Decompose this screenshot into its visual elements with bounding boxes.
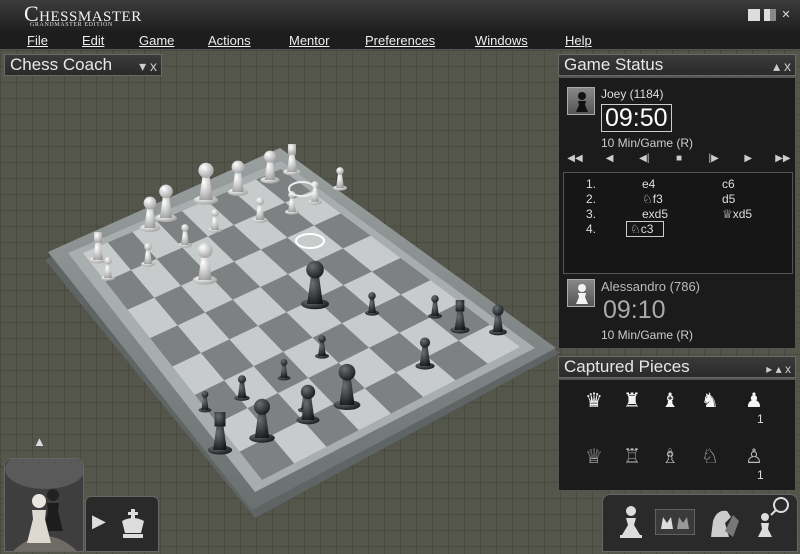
portrait-pieces-icon bbox=[5, 459, 83, 551]
move-row[interactable]: 2. ♘f3 d5 bbox=[564, 192, 794, 207]
black-queen-icon: ♕ bbox=[585, 444, 603, 468]
top-player-time-control: 10 Min/Game (R) bbox=[601, 136, 694, 150]
move-list[interactable]: 1. e4 c6 2. ♘f3 d5 3. exd5 ♕xd5 4. ♘c3 bbox=[563, 172, 793, 274]
black-pawn-icon: ♙ bbox=[745, 444, 763, 468]
game-status-title: Game Status bbox=[564, 55, 664, 74]
title-bar: Chessmaster GRANDMASTER EDITION ✕ bbox=[0, 0, 800, 32]
menu-game[interactable]: Game bbox=[139, 33, 174, 48]
bottom-player-name: Alessandro (786) bbox=[601, 279, 700, 294]
next-move-icon[interactable]: ▶ bbox=[739, 153, 757, 164]
menu-edit[interactable]: Edit bbox=[82, 33, 104, 48]
last-move-icon[interactable]: ▶▶ bbox=[774, 153, 792, 164]
menu-mentor[interactable]: Mentor bbox=[289, 33, 329, 48]
top-player-avatar bbox=[567, 87, 595, 115]
white-pawn-icon: ♟ bbox=[745, 388, 763, 412]
top-player-name: Joey (1184) bbox=[601, 87, 664, 101]
menu-windows[interactable]: Windows bbox=[475, 33, 528, 48]
opponent-panel[interactable]: ▶ bbox=[85, 496, 159, 552]
captured-white-pawn-count: 1 bbox=[757, 412, 764, 426]
pawn-tool-icon[interactable] bbox=[617, 503, 645, 541]
menu-help[interactable]: Help bbox=[565, 33, 592, 48]
player-portrait-panel[interactable] bbox=[4, 458, 84, 552]
black-pawn-icon bbox=[576, 92, 588, 112]
chess-board-3d[interactable] bbox=[40, 120, 560, 520]
current-move[interactable]: ♘c3 bbox=[626, 221, 665, 237]
white-knight-icon: ♞ bbox=[701, 388, 719, 412]
black-bishop-icon: ♗ bbox=[661, 444, 679, 468]
menu-bar: File Edit Game Actions Mentor Preference… bbox=[0, 32, 800, 50]
pieces-set-icon[interactable] bbox=[655, 509, 695, 535]
close-icon[interactable]: x bbox=[785, 362, 791, 376]
white-pawn-piece[interactable] bbox=[332, 167, 348, 191]
bottom-player-time-control: 10 Min/Game (R) bbox=[601, 328, 694, 342]
play-icon[interactable]: ▶ bbox=[92, 511, 106, 532]
close-icon[interactable]: x bbox=[150, 58, 157, 74]
white-rook-icon: ♜ bbox=[623, 388, 641, 412]
menu-actions[interactable]: Actions bbox=[208, 33, 251, 48]
menu-preferences[interactable]: Preferences bbox=[365, 33, 435, 48]
move-row[interactable]: 4. ♘c3 bbox=[564, 221, 794, 237]
panel-controls-icon[interactable]: ▸ ▴ bbox=[766, 362, 781, 376]
step-back-icon[interactable]: ◀| bbox=[635, 153, 653, 164]
restore-icon[interactable] bbox=[764, 9, 776, 21]
bottom-player-clock: 09:10 bbox=[603, 296, 666, 324]
chess-coach-title: Chess Coach bbox=[10, 55, 113, 74]
move-row[interactable]: 3. exd5 ♕xd5 bbox=[564, 207, 794, 222]
move-navigation: ◀◀ ◀ ◀| ■ |▶ ▶ ▶▶ bbox=[562, 153, 796, 164]
top-player-clock: 09:50 bbox=[601, 104, 672, 132]
chevron-up-icon[interactable]: ▴ bbox=[773, 58, 780, 74]
king-icon bbox=[122, 509, 144, 538]
white-bishop-icon: ♝ bbox=[661, 388, 679, 412]
chevron-down-icon[interactable]: ▾ bbox=[139, 58, 146, 74]
minimize-icon[interactable] bbox=[748, 9, 760, 21]
app-logo-subtitle: GRANDMASTER EDITION bbox=[30, 22, 113, 28]
piece-battle-icon[interactable] bbox=[703, 501, 745, 543]
close-icon[interactable]: x bbox=[784, 58, 791, 74]
white-pawn-icon bbox=[576, 284, 588, 304]
black-rook-icon: ♖ bbox=[623, 444, 641, 468]
prev-move-icon[interactable]: ◀ bbox=[601, 153, 619, 164]
captured-black-pawn-count: 1 bbox=[757, 468, 764, 482]
bottom-toolbar bbox=[602, 494, 798, 552]
chess-coach-panel[interactable]: Chess Coach ▾ x bbox=[4, 54, 162, 76]
step-forward-icon[interactable]: |▶ bbox=[705, 153, 723, 164]
captured-pieces-header: Captured Pieces ▸ ▴ x bbox=[558, 356, 796, 378]
black-knight-icon: ♘ bbox=[701, 444, 719, 468]
move-row[interactable]: 1. e4 c6 bbox=[564, 177, 794, 192]
close-icon[interactable]: ✕ bbox=[780, 9, 792, 21]
game-status-header: Game Status ▴ x bbox=[558, 54, 796, 76]
menu-file[interactable]: File bbox=[27, 33, 48, 48]
magnify-pawn-icon[interactable] bbox=[751, 495, 793, 541]
stop-icon[interactable]: ■ bbox=[670, 153, 688, 164]
captured-pieces-title: Captured Pieces bbox=[564, 357, 690, 376]
expand-up-icon[interactable]: ▲ bbox=[33, 434, 46, 449]
bottom-player-avatar bbox=[567, 279, 595, 307]
first-move-icon[interactable]: ◀◀ bbox=[566, 153, 584, 164]
white-queen-icon: ♛ bbox=[585, 388, 603, 412]
